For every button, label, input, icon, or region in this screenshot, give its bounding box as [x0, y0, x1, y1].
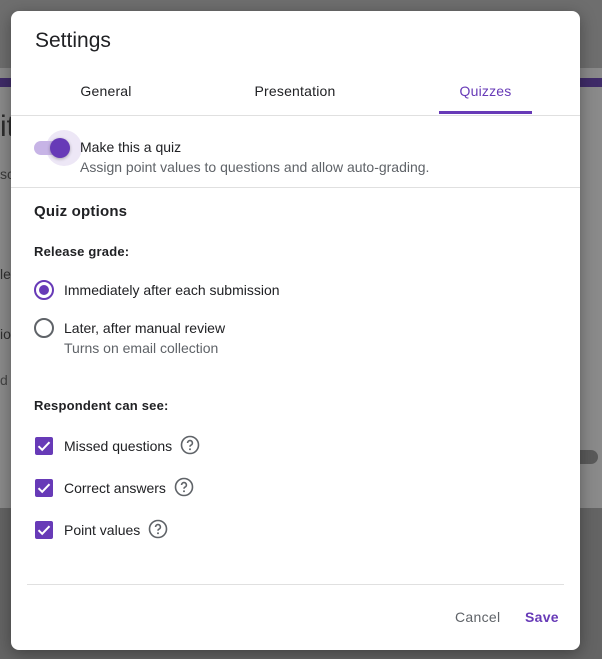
tab-presentation[interactable]: Presentation	[233, 77, 357, 115]
release-immediately-radio[interactable]	[34, 280, 54, 300]
tab-bar: General Presentation Quizzes	[11, 77, 580, 115]
release-grade-label: Release grade:	[34, 244, 130, 259]
quiz-options-title: Quiz options	[34, 203, 128, 220]
correct-answers-label[interactable]: Correct answers	[64, 480, 166, 496]
settings-dialog: Settings General Presentation Quizzes Ma…	[11, 11, 580, 650]
radio-selected-dot	[39, 285, 49, 295]
release-immediately-label[interactable]: Immediately after each submission	[64, 282, 280, 298]
dialog-title: Settings	[35, 29, 111, 52]
release-later-radio[interactable]	[34, 318, 54, 338]
active-tab-indicator	[439, 111, 532, 114]
footer-divider	[27, 584, 564, 585]
save-button[interactable]: Save	[525, 609, 559, 625]
point-values-checkbox[interactable]	[35, 521, 53, 539]
check-icon	[37, 483, 51, 494]
correct-answers-checkbox[interactable]	[35, 479, 53, 497]
tab-quizzes[interactable]: Quizzes	[439, 77, 532, 115]
check-icon	[37, 441, 51, 452]
help-circle-icon[interactable]	[148, 519, 168, 539]
missed-questions-checkbox[interactable]	[35, 437, 53, 455]
help-circle-icon[interactable]	[180, 435, 200, 455]
help-circle-icon[interactable]	[174, 477, 194, 497]
make-quiz-toggle[interactable]	[34, 130, 82, 166]
release-later-sublabel: Turns on email collection	[64, 340, 219, 356]
cancel-button[interactable]: Cancel	[455, 609, 500, 625]
tab-divider	[11, 115, 580, 116]
check-icon	[37, 525, 51, 536]
make-quiz-description: Assign point values to questions and all…	[80, 159, 430, 175]
background-text-fragment: le	[0, 266, 11, 282]
make-quiz-label: Make this a quiz	[80, 139, 182, 155]
toggle-thumb	[50, 138, 70, 158]
release-later-label[interactable]: Later, after manual review	[64, 320, 225, 336]
section-divider	[11, 187, 580, 188]
background-text-fragment: io	[0, 326, 11, 342]
missed-questions-label[interactable]: Missed questions	[64, 438, 172, 454]
point-values-label[interactable]: Point values	[64, 522, 140, 538]
tab-general[interactable]: General	[60, 77, 152, 115]
respondent-can-see-label: Respondent can see:	[34, 398, 169, 413]
